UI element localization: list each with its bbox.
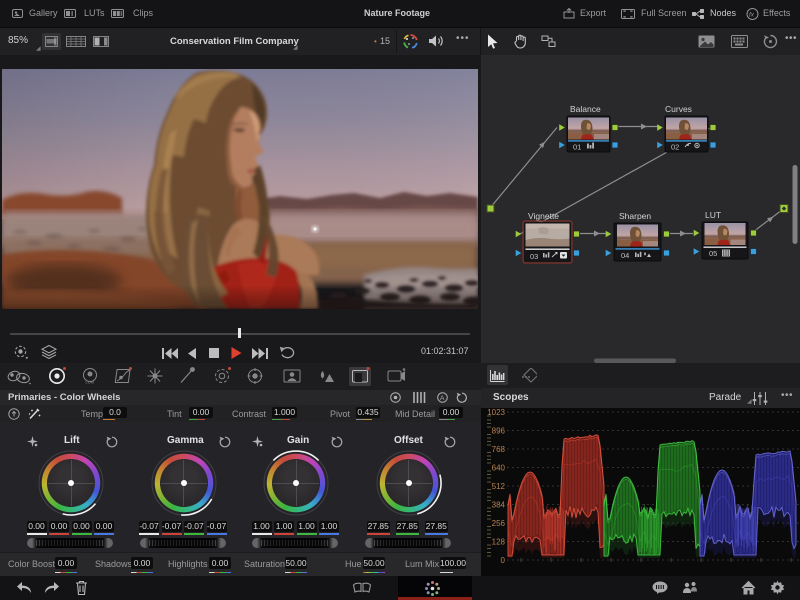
svg-text:05: 05 bbox=[709, 249, 717, 258]
svg-text:256: 256 bbox=[492, 519, 506, 528]
svg-text:LUM: LUM bbox=[86, 380, 94, 385]
svg-text:0: 0 bbox=[501, 556, 506, 565]
svg-text:fx: fx bbox=[749, 11, 755, 18]
svg-text:Balance: Balance bbox=[570, 104, 601, 114]
svg-text:03: 03 bbox=[530, 252, 538, 261]
svg-text:01: 01 bbox=[573, 143, 581, 152]
svg-text:LUT: LUT bbox=[705, 210, 721, 220]
svg-text:A: A bbox=[440, 395, 445, 402]
svg-text:896: 896 bbox=[492, 427, 506, 436]
svg-text:128: 128 bbox=[492, 538, 506, 547]
svg-text:512: 512 bbox=[492, 482, 506, 491]
svg-text:640: 640 bbox=[492, 464, 506, 473]
svg-text:384: 384 bbox=[492, 501, 506, 510]
svg-text:Sharpen: Sharpen bbox=[619, 211, 651, 221]
svg-text:02: 02 bbox=[671, 143, 679, 152]
svg-text:04: 04 bbox=[621, 251, 629, 260]
svg-text:Curves: Curves bbox=[665, 104, 692, 114]
svg-text:Vignette: Vignette bbox=[528, 211, 559, 221]
svg-text:768: 768 bbox=[492, 445, 506, 454]
